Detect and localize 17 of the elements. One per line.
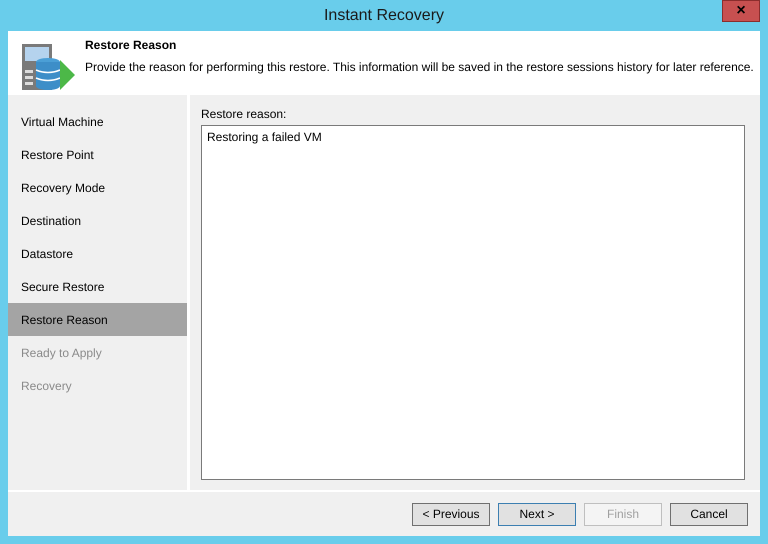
- wizard-step[interactable]: Restore Point: [8, 138, 187, 171]
- wizard-step[interactable]: Secure Restore: [8, 270, 187, 303]
- server-database-icon: [22, 44, 76, 91]
- window-title: Instant Recovery: [324, 6, 444, 26]
- wizard-button[interactable]: < Previous: [412, 502, 490, 526]
- wizard-button[interactable]: Next >: [498, 502, 576, 526]
- wizard-step[interactable]: Recovery Mode: [8, 171, 187, 204]
- wizard-button[interactable]: Cancel: [670, 502, 748, 526]
- field-label: Restore reason:: [201, 106, 288, 123]
- restore-reason-field[interactable]: Restoring a failed VM: [201, 125, 745, 480]
- wizard-step[interactable]: Restore Reason: [8, 303, 187, 336]
- close-button[interactable]: ×: [722, 0, 760, 22]
- wizard-step[interactable]: Virtual Machine: [8, 105, 187, 138]
- wizard-step[interactable]: Destination: [8, 204, 187, 237]
- wizard-step[interactable]: Datastore: [8, 237, 187, 270]
- header-title: Restore Reason: [85, 37, 178, 54]
- header-description: Provide the reason for performing this restore. This information will be saved in the restore sessions history for later reference.: [85, 59, 754, 76]
